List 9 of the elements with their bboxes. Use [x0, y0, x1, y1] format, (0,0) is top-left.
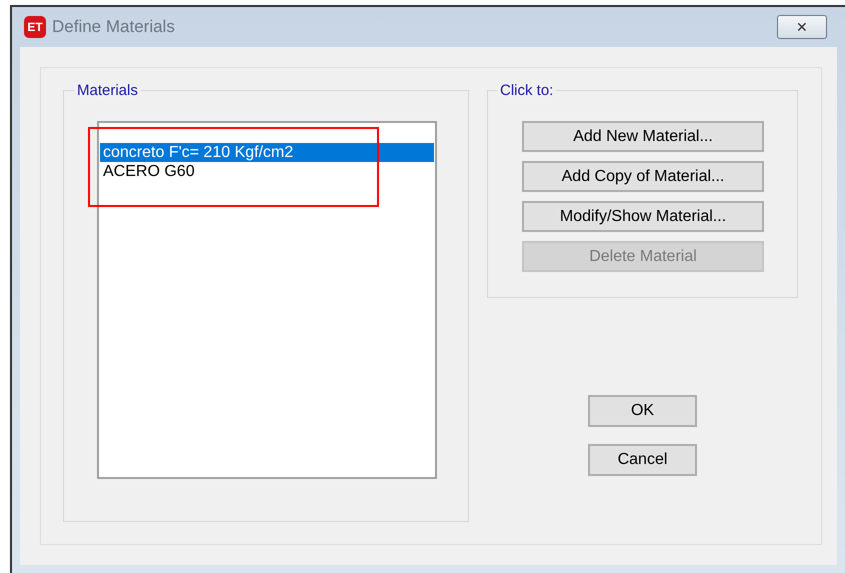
action-button[interactable]: Add Copy of Material...	[522, 161, 764, 192]
app-logo-icon: ET	[24, 16, 46, 38]
dialog-button[interactable]: OK	[588, 395, 697, 427]
close-button[interactable]: ✕	[777, 15, 827, 39]
window-title: Define Materials	[52, 16, 175, 38]
dialog-button[interactable]: Cancel	[588, 444, 697, 476]
action-button[interactable]: Modify/Show Material...	[522, 201, 764, 232]
action-button[interactable]: Add New Material...	[522, 121, 764, 152]
list-item[interactable]: concreto F'c= 210 Kgf/cm2	[100, 143, 434, 162]
